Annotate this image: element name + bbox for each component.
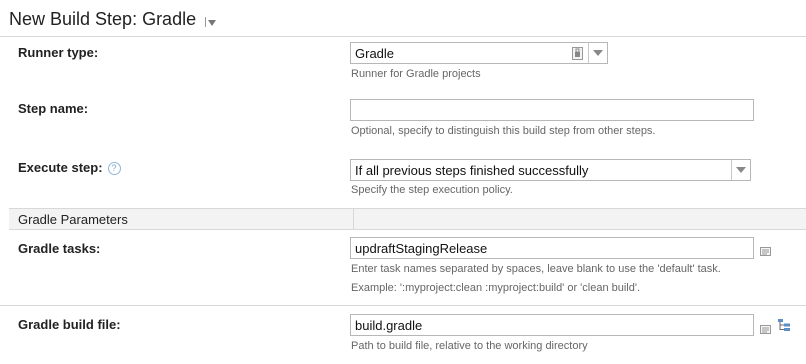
section-title: Gradle Parameters xyxy=(18,212,128,227)
runner-type-row: Runner type: Gradle Runner for Gradle pr… xyxy=(0,36,806,91)
step-name-row: Step name: Optional, specify to distingu… xyxy=(0,91,806,149)
gradle-tasks-label: Gradle tasks: xyxy=(18,241,101,256)
edit-text-icon[interactable] xyxy=(760,321,771,339)
gradle-tasks-row: Gradle tasks: Enter task names separated… xyxy=(0,229,806,305)
gradle-tasks-input[interactable] xyxy=(350,237,754,259)
page-title: New Build Step: Gradle xyxy=(9,9,197,29)
title-menu-separator xyxy=(205,16,207,27)
tree-icon[interactable] xyxy=(777,318,791,337)
help-icon[interactable]: ? xyxy=(107,162,121,175)
runner-type-label: Runner type: xyxy=(18,45,99,60)
page-title-row: New Build Step: Gradle xyxy=(9,9,217,30)
runner-type-dropdown-button[interactable] xyxy=(588,43,607,63)
execute-step-dropdown-button[interactable] xyxy=(731,160,750,180)
section-divider xyxy=(353,209,354,229)
runner-type-help: Runner for Gradle projects xyxy=(351,68,481,80)
title-menu-toggle[interactable] xyxy=(205,16,217,27)
step-name-label: Step name: xyxy=(18,101,89,116)
execute-step-help: Specify the step execution policy. xyxy=(351,184,513,196)
gradle-tasks-help-line2: Example: ':myproject:clean :myproject:bu… xyxy=(351,282,641,294)
chevron-down-icon xyxy=(208,19,217,26)
build-file-label: Gradle build file: xyxy=(18,317,121,332)
runner-type-select[interactable]: Gradle xyxy=(350,42,608,64)
execute-step-label: Execute step:? xyxy=(18,160,121,175)
execute-step-select[interactable]: If all previous steps finished successfu… xyxy=(350,159,751,181)
gradle-parameters-header: Gradle Parameters xyxy=(9,208,806,230)
gradle-tasks-help-line1: Enter task names separated by spaces, le… xyxy=(351,263,721,275)
step-name-input[interactable] xyxy=(350,99,754,121)
build-file-help: Path to build file, relative to the work… xyxy=(351,340,588,352)
build-file-input[interactable] xyxy=(350,314,754,336)
execute-step-row: Execute step:? If all previous steps fin… xyxy=(0,149,806,207)
step-name-help: Optional, specify to distinguish this bu… xyxy=(351,125,656,137)
edit-text-icon[interactable] xyxy=(760,243,771,261)
execute-step-label-text: Execute step: xyxy=(18,160,103,175)
execute-step-value: If all previous steps finished successfu… xyxy=(355,163,589,178)
lock-icon xyxy=(572,47,583,65)
build-file-row: Gradle build file: Path to build file, r… xyxy=(0,305,806,364)
runner-type-value: Gradle xyxy=(355,46,395,61)
